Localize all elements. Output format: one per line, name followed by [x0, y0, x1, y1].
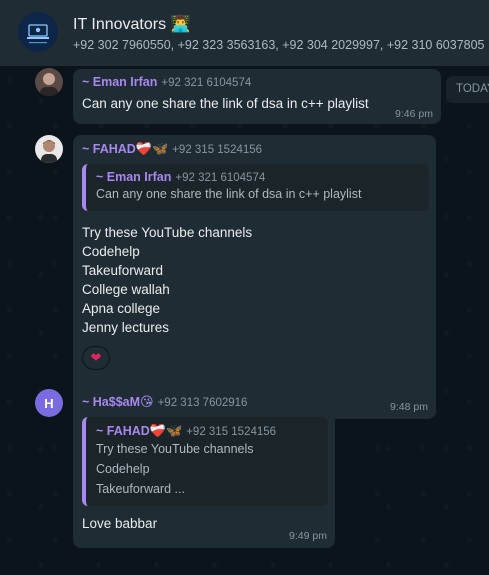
sender-phone: +92 315 1524156: [172, 144, 263, 156]
quoted-text: Try these YouTube channels Codehelp Take…: [96, 442, 254, 496]
sender-name[interactable]: ~ Ha$$aM: [82, 395, 140, 409]
group-logo-icon: [18, 12, 58, 52]
chat-header[interactable]: IT Innovators 👨‍💻 +92 302 7960550, +92 3…: [0, 0, 489, 66]
message-bubble[interactable]: ~ Ha$$aM😘 +92 313 7602916 ~ FAHAD❤️‍🩹🦋 +92…: [73, 388, 335, 548]
message-sender[interactable]: ~ Eman Irfan +92 321 6104574: [82, 75, 434, 89]
message-text: Try these YouTube channels Codehelp Take…: [82, 225, 253, 335]
sender-phone: +92 321 6104574: [161, 77, 252, 89]
date-chip: TODAY: [446, 76, 489, 103]
group-members-list[interactable]: +92 302 7960550, +92 323 3563163, +92 30…: [73, 38, 489, 52]
profile-photo-icon: [35, 135, 63, 163]
sender-emoji: ❤️‍🩹🦋: [135, 141, 169, 156]
group-title[interactable]: IT Innovators 👨‍💻: [73, 14, 190, 34]
sender-name[interactable]: ~ Eman Irfan: [82, 75, 157, 89]
sender-avatar[interactable]: [35, 135, 63, 163]
sender-avatar[interactable]: H: [35, 389, 63, 417]
heart-icon: ❤: [90, 350, 102, 365]
sender-avatar[interactable]: [35, 68, 63, 96]
avatar-letter: H: [44, 395, 54, 411]
message-list[interactable]: TODAY ~ Eman Irfan+92 321 6104574 Can an…: [0, 66, 489, 575]
group-avatar[interactable]: [18, 12, 58, 52]
quoted-sender-emoji: ❤️‍🩹🦋: [149, 423, 183, 438]
profile-photo-icon: [35, 68, 63, 96]
quoted-sender-phone: +92 321 6104574: [175, 172, 266, 184]
quoted-sender-name: ~ FAHAD: [96, 424, 150, 438]
quoted-sender-name: ~ Eman Irfan: [96, 170, 172, 184]
message-bubble[interactable]: ~ Eman Irfan +92 321 6104574 Can any one …: [73, 69, 441, 124]
quoted-message[interactable]: ~ Eman Irfan +92 321 6104574 Can any one …: [82, 164, 429, 211]
quoted-text: Can any one share the link of dsa in c++…: [96, 187, 362, 201]
message-text: Can any one share the link of dsa in c++…: [82, 96, 369, 111]
sender-name[interactable]: ~ FAHAD: [82, 142, 136, 156]
reaction-badge[interactable]: ❤: [82, 346, 110, 370]
quoted-sender-phone: +92 315 1524156: [186, 426, 277, 438]
message-sender[interactable]: ~ FAHAD❤️‍🩹🦋 +92 315 1524156: [82, 141, 429, 157]
sender-emoji: 😘: [140, 394, 154, 409]
message-sender[interactable]: ~ Ha$$aM😘 +92 313 7602916: [82, 394, 328, 410]
quoted-message[interactable]: ~ FAHAD❤️‍🩹🦋 +92 315 1524156 Try these Yo…: [82, 417, 328, 506]
sender-phone: +92 313 7602916: [157, 397, 248, 409]
message-bubble[interactable]: ~ FAHAD❤️‍🩹🦋 +92 315 1524156 ~ Eman Irfan…: [73, 135, 436, 419]
message-time: 9:46 pm: [395, 108, 433, 120]
message-time: 9:49 pm: [289, 530, 327, 542]
message-time: 9:48 pm: [390, 401, 428, 413]
